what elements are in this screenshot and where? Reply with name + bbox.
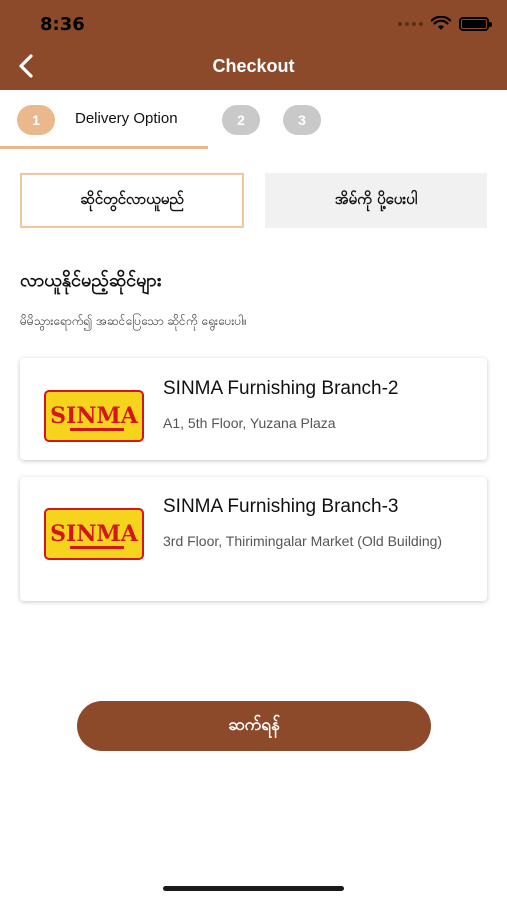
store-address: A1, 5th Floor, Yuzana Plaza (163, 415, 336, 431)
status-time: 8:36 (40, 14, 85, 35)
status-icons (398, 16, 492, 31)
store-name: SINMA Furnishing Branch-2 (163, 378, 399, 399)
signal-icon (398, 21, 423, 26)
sinma-logo: SINMA (44, 508, 144, 560)
section-subtitle: မိမိသွားရောက်၍ အဆင်ပြေသော ဆိုင်ကို ရွေးပ… (20, 314, 247, 328)
step-1-label: Delivery Option (75, 110, 178, 127)
app-header: 8:36 Checkout (0, 0, 507, 90)
step-1-indicator[interactable]: 1 (17, 105, 55, 135)
page-title: Checkout (212, 56, 295, 76)
store-card-branch-3[interactable]: SINMA SINMA Furnishing Branch-3 3rd Floo… (20, 477, 487, 601)
step-3-indicator[interactable]: 3 (283, 105, 321, 135)
store-address: 3rd Floor, Thirimingalar Market (Old Bui… (163, 533, 443, 549)
active-step-underline (0, 146, 208, 149)
store-card-branch-2[interactable]: SINMA SINMA Furnishing Branch-2 A1, 5th … (20, 358, 487, 460)
home-indicator (163, 886, 344, 891)
svg-text:SINMA: SINMA (50, 521, 139, 547)
checkout-stepper: 1 Delivery Option 2 3 (0, 90, 507, 150)
pickup-option-tab[interactable]: ဆိုင်တွင်လာယူမည် (20, 173, 244, 228)
wifi-icon (431, 16, 451, 30)
home-delivery-option-tab[interactable]: အိမ်ကို ပို့ပေးပါ (265, 173, 487, 228)
svg-text:SINMA: SINMA (50, 403, 139, 429)
store-name: SINMA Furnishing Branch-3 (163, 496, 399, 517)
battery-icon (459, 16, 492, 31)
step-2-indicator[interactable]: 2 (222, 105, 260, 135)
section-title: လာယူနိုင်မည့်ဆိုင်များ (20, 270, 162, 291)
continue-button[interactable]: ဆက်ရန် (77, 701, 431, 751)
sinma-logo: SINMA (44, 390, 144, 442)
